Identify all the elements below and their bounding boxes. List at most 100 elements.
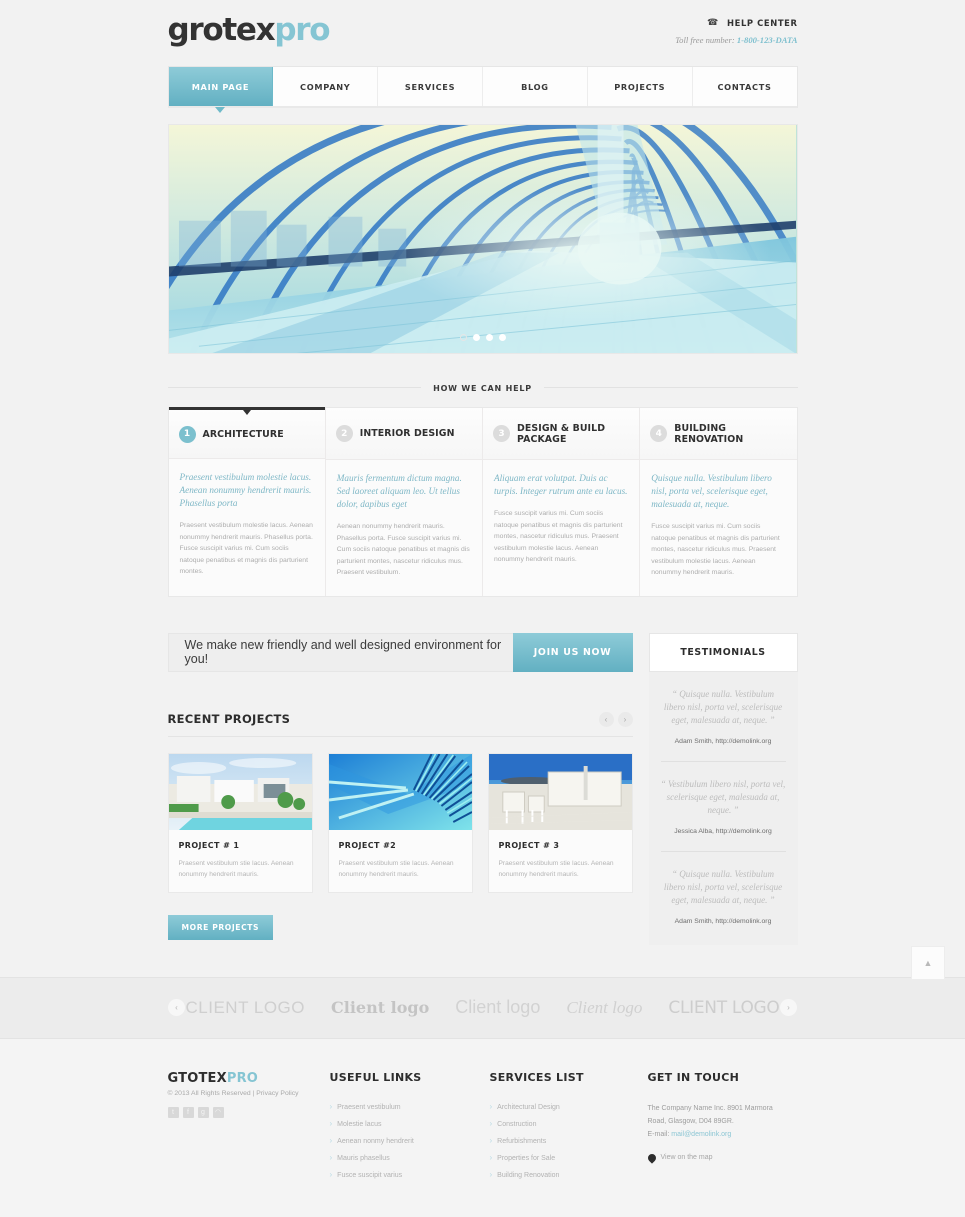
nav-label: MAIN PAGE — [191, 81, 250, 92]
services-list-item[interactable]: Architectural Design — [490, 1102, 636, 1111]
email-label: E-mail: — [647, 1130, 672, 1138]
facebook-icon[interactable]: f — [182, 1106, 194, 1118]
project-card-2[interactable]: PROJECT #2 Praesent vestibulum stie lacu… — [327, 752, 473, 893]
service-lead: Quisque nulla. Vestibulum libero nisl, p… — [651, 473, 772, 509]
services-list-item[interactable]: Construction — [490, 1119, 636, 1128]
view-on-map-label[interactable]: View on the map — [661, 1154, 713, 1161]
help-center-block: ☎ HELP CENTER Toll free number: 1-800-12… — [675, 14, 797, 45]
map-pin-icon — [645, 1151, 658, 1164]
nav-item-projects[interactable]: PROJECTS — [587, 67, 693, 106]
divider — [167, 735, 633, 737]
company-address: The Company Name Inc. 8901 Marmora Road,… — [648, 1102, 786, 1141]
client-logo-1[interactable]: CLIENT LOGO — [186, 998, 306, 1018]
nav-item-services[interactable]: SERVICES — [378, 67, 483, 106]
help-center-label: HELP CENTER — [727, 17, 798, 28]
service-name: ARCHITECTURE — [202, 428, 284, 440]
services-list-item[interactable]: Building Renovation — [490, 1170, 636, 1179]
site-footer: GTOTEXPRO © 2013 All Rights Reserved | P… — [0, 1038, 965, 1217]
footer-logo[interactable]: GTOTEXPRO — [168, 1071, 318, 1086]
service-name: DESIGN & BUILD PACKAGE — [517, 422, 606, 445]
nav-label: PROJECTS — [614, 81, 666, 92]
view-on-map-row[interactable]: View on the map — [645, 1151, 786, 1164]
testimonial-item: “ Quisque nulla. Vestibulum libero nisl,… — [661, 688, 786, 745]
service-number: 1 — [178, 425, 196, 443]
client-logo-2[interactable]: Client logo — [331, 998, 429, 1017]
services-list-item[interactable]: Refurbishments — [490, 1136, 636, 1145]
more-projects-button[interactable]: MORE PROJECTS — [167, 914, 274, 940]
services-list-item[interactable]: Properties for Sale — [490, 1153, 636, 1162]
google-plus-icon[interactable]: g — [197, 1106, 209, 1118]
join-us-now-button[interactable]: JOIN US NOW — [512, 632, 633, 672]
service-card-interior-design[interactable]: 2 INTERIOR DESIGN Mauris fermentum dictu… — [325, 408, 483, 596]
useful-link-item[interactable]: Molestie lacus — [330, 1119, 478, 1128]
nav-item-blog[interactable]: BLOG — [482, 67, 588, 106]
hero-dot-4[interactable] — [498, 334, 506, 341]
hero-slider[interactable] — [167, 124, 798, 354]
service-body: Praesent vestibulum molestie lacus. Aene… — [169, 459, 325, 595]
rss-icon[interactable]: ◠ — [212, 1106, 224, 1118]
site-logo[interactable]: grotexpro — [167, 12, 331, 48]
service-text: Praesent vestibulum molestie lacus. Aene… — [179, 522, 313, 575]
testimonial-quote: “ Quisque nulla. Vestibulum libero nisl,… — [663, 688, 783, 725]
service-lead: Mauris fermentum dictum magna. Sed laore… — [336, 473, 462, 509]
hero-dot-2[interactable] — [472, 334, 480, 341]
hero-dot-1[interactable] — [459, 334, 467, 341]
project-card-1[interactable]: PROJECT # 1 Praesent vestibulum stie lac… — [167, 752, 313, 893]
service-body: Aliquam erat volutpat. Duis ac turpis. I… — [483, 460, 639, 583]
service-text: Fusce suscipit varius mi. Cum sociis nat… — [651, 523, 780, 576]
services-grid: 1 ARCHITECTURE Praesent vestibulum moles… — [167, 407, 798, 597]
testimonial-item: “ Quisque nulla. Vestibulum libero nisl,… — [660, 850, 786, 925]
get-in-touch-title: GET IN TOUCH — [647, 1070, 740, 1084]
tollfree-number[interactable]: 1-800-123-DATA — [737, 35, 798, 45]
service-body: Mauris fermentum dictum magna. Sed laore… — [326, 460, 482, 596]
cta-and-projects-column: We make new friendly and well designed e… — [167, 632, 633, 940]
footer-logo-primary: GTOTEX — [167, 1070, 227, 1086]
email-link[interactable]: mail@demolink.org — [671, 1131, 731, 1138]
service-card-architecture[interactable]: 1 ARCHITECTURE Praesent vestibulum moles… — [168, 407, 326, 596]
copyright-text: © 2013 All Rights Reserved | Privacy Pol… — [167, 1089, 299, 1097]
project-title: PROJECT #2 — [338, 840, 397, 850]
footer-services-list-column: SERVICES LIST Architectural Design Const… — [490, 1071, 648, 1187]
site-header: grotexpro ☎ HELP CENTER Toll free number… — [168, 0, 798, 66]
chevron-left-icon[interactable]: ‹ — [598, 711, 614, 727]
service-text: Fusce suscipit varius mi. Cum sociis nat… — [494, 510, 623, 563]
client-logo-5[interactable]: CLIENT LOGO — [668, 998, 779, 1018]
service-header: 3 DESIGN & BUILD PACKAGE — [483, 408, 640, 460]
project-title: PROJECT # 1 — [178, 840, 240, 850]
testimonials-panel: TESTIMONIALS “ Quisque nulla. Vestibulum… — [648, 632, 798, 945]
hero-dot-3[interactable] — [485, 334, 493, 341]
cta-banner: We make new friendly and well designed e… — [167, 632, 633, 672]
service-lead: Praesent vestibulum molestie lacus. Aene… — [179, 472, 312, 508]
hero-slider-dots[interactable] — [459, 334, 506, 341]
useful-link-item[interactable]: Aenean nonmy hendrerit — [330, 1136, 478, 1145]
clients-carousel: ‹ CLIENT LOGO Client logo Client logo Cl… — [0, 976, 965, 1039]
useful-link-item[interactable]: Praesent vestibulum — [330, 1102, 478, 1111]
clients-prev-chevron-left-icon[interactable]: ‹ — [168, 999, 185, 1016]
clients-next-chevron-right-icon[interactable]: › — [780, 999, 797, 1016]
client-logo-3[interactable]: Client logo — [455, 997, 540, 1018]
useful-link-item[interactable]: Fusce suscipit varius — [330, 1170, 478, 1179]
chevron-right-icon[interactable]: › — [617, 711, 633, 727]
testimonial-quote: “ Quisque nulla. Vestibulum libero nisl,… — [663, 868, 783, 905]
useful-link-item[interactable]: Mauris phasellus — [330, 1153, 478, 1162]
testimonial-author: Adam Smith, http://demolink.org — [674, 917, 772, 925]
nav-item-main-page[interactable]: MAIN PAGE — [168, 67, 274, 113]
project-text: Praesent vestibulum stie lacus. Aenean n… — [498, 859, 614, 878]
project-card-3[interactable]: PROJECT # 3 Praesent vestibulum stie lac… — [487, 752, 633, 893]
hero-image — [168, 125, 797, 353]
service-card-design-build-package[interactable]: 3 DESIGN & BUILD PACKAGE Aliquam erat vo… — [483, 408, 641, 596]
nav-label: COMPANY — [300, 81, 351, 92]
project-text: Praesent vestibulum stie lacus. Aenean n… — [338, 859, 454, 878]
scroll-to-top-button[interactable]: ▲ — [911, 946, 945, 980]
chevron-up-icon: ▲ — [923, 958, 933, 968]
client-logo-4[interactable]: Client logo — [566, 998, 642, 1018]
service-card-building-renovation[interactable]: 4 BUILDING RENOVATION Quisque nulla. Ves… — [640, 408, 797, 596]
project-caption-2: PROJECT #2 Praesent vestibulum stie lacu… — [329, 830, 472, 880]
project-text: Praesent vestibulum stie lacus. Aenean n… — [178, 859, 294, 878]
nav-item-contacts[interactable]: CONTACTS — [692, 67, 797, 106]
nav-item-company[interactable]: COMPANY — [273, 67, 379, 106]
logo-primary-text: grotex — [167, 12, 276, 48]
mid-section: We make new friendly and well designed e… — [167, 632, 798, 945]
project-caption-3: PROJECT # 3 Praesent vestibulum stie lac… — [489, 830, 632, 880]
twitter-icon[interactable]: t — [167, 1106, 179, 1118]
